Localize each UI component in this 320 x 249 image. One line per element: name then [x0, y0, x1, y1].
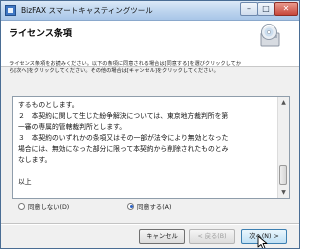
license-line: ３ 本契約のいずれかの条項又はその一部が法令により無効となった [18, 134, 229, 142]
license-line: 場合には、無効になった部分に限って本契約から削除されたものとみ [18, 145, 229, 153]
title-bar[interactable]: BizFAX スマートキャスティングツール – □ ✕ [1, 1, 299, 21]
license-line: するものとします。 [18, 101, 79, 109]
instructions-line: ら[次へ]をクリックしてください。その他の場合は[キャンセル]をクリックしてくだ… [9, 68, 219, 74]
cancel-button[interactable]: キャンセル [139, 229, 185, 244]
minimize-button[interactable]: – [240, 2, 258, 16]
license-line: ２ 本契約に関して生じた紛争解決については、東京地方裁判所を第 [18, 112, 229, 120]
scroll-thumb[interactable] [279, 165, 287, 185]
wizard-header: ライセンス条項 ライセンス条項をお読みください。以下の条項に同意される場合は[同… [1, 21, 299, 74]
maximize-button[interactable]: □ [257, 2, 275, 16]
back-button[interactable]: < 戻る(B) [189, 229, 235, 244]
decline-label: 同意しない(D) [28, 204, 70, 211]
window-title: BizFAX スマートキャスティングツール [21, 6, 153, 15]
installer-disc-icon [260, 24, 280, 47]
license-line [18, 166, 276, 177]
license-text-area[interactable]: するものとします。 ２ 本契約に関して生じた紛争解決については、東京地方裁判所を… [12, 96, 290, 199]
accept-option[interactable]: 同意する(A) [127, 202, 172, 213]
mouse-pointer-icon [257, 235, 268, 248]
accept-label: 同意する(A) [137, 204, 172, 211]
license-line: 以上 [18, 178, 32, 186]
license-line: 一審の専属的管轄裁判所とします。 [18, 123, 127, 131]
instructions-line: ライセンス条項をお読みください。以下の条項に同意される場合は[同意する]を選びク… [9, 61, 242, 67]
decline-option[interactable]: 同意しない(D) [18, 202, 70, 213]
scroll-up-icon[interactable]: ▲ [278, 97, 289, 108]
page-title: ライセンス条項 [9, 29, 72, 39]
accept-radio[interactable] [127, 202, 134, 210]
license-text: するものとします。 ２ 本契約に関して生じた紛争解決については、東京地方裁判所を… [18, 100, 276, 188]
scroll-down-icon[interactable]: ▼ [278, 187, 289, 198]
footer-divider [1, 223, 299, 225]
app-icon [5, 5, 16, 16]
license-scrollbar[interactable]: ▲ ▼ [277, 97, 289, 198]
installer-window: BizFAX スマートキャスティングツール – □ ✕ ライセンス条項 ライセン… [0, 0, 300, 249]
instructions-text: ライセンス条項をお読みください。以下の条項に同意される場合は[同意する]を選びク… [9, 61, 271, 75]
close-button[interactable]: ✕ [274, 2, 298, 16]
license-line: なします。 [18, 156, 52, 164]
decline-radio[interactable] [18, 202, 25, 210]
